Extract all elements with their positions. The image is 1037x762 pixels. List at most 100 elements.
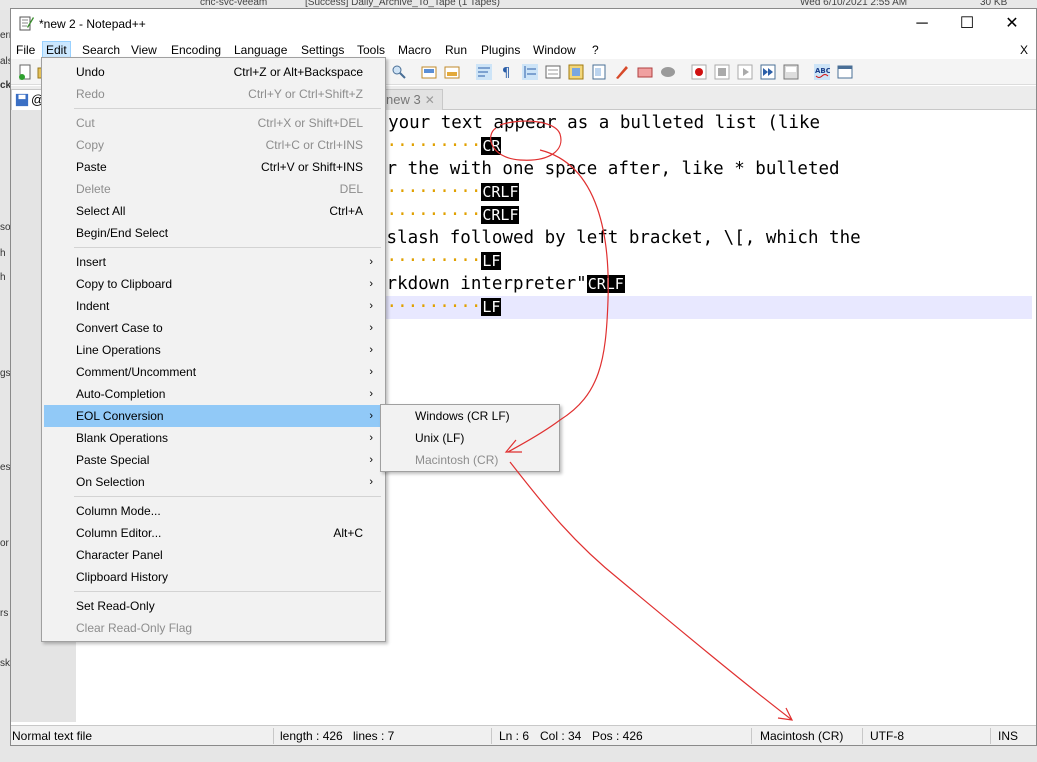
status-separator (491, 728, 492, 744)
status-eol-format[interactable]: Macintosh (CR) (760, 729, 843, 743)
menu-item-clear-read-only[interactable]: Clear Read-Only Flag (44, 617, 383, 639)
menu-item-column-mode[interactable]: Column Mode... (44, 500, 383, 522)
bg-text-1: chc-svc-veeam (200, 0, 268, 8)
close-button[interactable]: ✕ (989, 9, 1035, 39)
menu-item-copy[interactable]: Copy Ctrl+C or Ctrl+INS (44, 134, 383, 156)
menu-window[interactable]: Window (530, 41, 579, 59)
run-macro-multiple-icon[interactable] (760, 64, 776, 80)
menu-item-comment-uncomment[interactable]: Comment/Uncomment › (44, 361, 383, 383)
spell-check-icon[interactable]: ABC (814, 64, 830, 80)
menu-run[interactable]: Run (442, 41, 470, 59)
zoom-icon[interactable] (391, 64, 407, 80)
menu-macro[interactable]: Macro (395, 41, 434, 59)
menu-item-paste[interactable]: Paste Ctrl+V or Shift+INS (44, 156, 383, 178)
doc-map-icon[interactable] (568, 64, 584, 80)
maximize-button[interactable]: ☐ (944, 9, 990, 39)
menu-item-set-read-only[interactable]: Set Read-Only (44, 595, 383, 617)
status-pos: Pos : 426 (592, 729, 643, 743)
menu-plugins[interactable]: Plugins (478, 41, 523, 59)
bg-text-3: Wed 6/10/2021 2:55 AM (800, 0, 908, 8)
tab-new-3[interactable]: new 3 ✕ (379, 89, 443, 110)
bg-edge-letter: h (0, 248, 6, 259)
menu-item-label: Begin/End Select (76, 226, 169, 240)
udl-icon[interactable] (545, 64, 561, 80)
sync-vertical-icon[interactable] (421, 64, 437, 80)
menu-item-column-editor[interactable]: Column Editor... Alt+C (44, 522, 383, 544)
menu-item-blank-operations[interactable]: Blank Operations › (44, 427, 383, 449)
eol-conversion-submenu: Windows (CR LF) Unix (LF) Macintosh (CR) (380, 404, 560, 472)
menu-item-redo[interactable]: Redo Ctrl+Y or Ctrl+Shift+Z (44, 83, 383, 105)
menu-item-shortcut: Ctrl+C or Ctrl+INS (265, 138, 363, 152)
menu-item-label: Convert Case to (76, 321, 163, 335)
close-tab-icon[interactable]: ✕ (425, 93, 435, 107)
menu-item-label: Windows (CR LF) (415, 409, 510, 423)
folder-workspace-icon[interactable] (614, 64, 630, 80)
menu-item-character-panel[interactable]: Character Panel (44, 544, 383, 566)
menu-item-line-operations[interactable]: Line Operations › (44, 339, 383, 361)
submenu-arrow-icon: › (369, 344, 373, 356)
close-document-button[interactable]: X (1017, 41, 1031, 59)
menu-item-label: Insert (76, 255, 107, 269)
submenu-arrow-icon: › (369, 366, 373, 378)
menu-item-eol-macintosh[interactable]: Macintosh (CR) (383, 449, 557, 471)
minimize-button[interactable]: ─ (899, 9, 945, 39)
menu-item-clipboard-history[interactable]: Clipboard History (44, 566, 383, 588)
title-bar[interactable]: *new 2 - Notepad++ ─ ☐ ✕ (11, 9, 1036, 39)
bg-edge-letter: or (0, 538, 9, 549)
menu-item-begin-end-select[interactable]: Begin/End Select (44, 222, 383, 244)
menu-file[interactable]: File (13, 41, 38, 59)
menu-item-shortcut: Ctrl+Z or Alt+Backspace (233, 65, 363, 79)
menu-separator (74, 591, 381, 592)
indent-guide-icon[interactable] (522, 64, 538, 80)
menu-item-eol-windows[interactable]: Windows (CR LF) (383, 405, 557, 427)
menu-item-insert[interactable]: Insert › (44, 251, 383, 273)
menu-item-copy-to-clipboard[interactable]: Copy to Clipboard › (44, 273, 383, 295)
stop-macro-icon[interactable] (714, 64, 730, 80)
function-list-icon[interactable] (591, 64, 607, 80)
menu-item-eol-conversion[interactable]: EOL Conversion › (44, 405, 383, 427)
menu-item-eol-unix[interactable]: Unix (LF) (383, 427, 557, 449)
menu-item-convert-case[interactable]: Convert Case to › (44, 317, 383, 339)
menu-item-delete[interactable]: Delete DEL (44, 178, 383, 200)
monitor-icon[interactable] (637, 64, 653, 80)
status-length: length : 426 (280, 729, 343, 743)
menu-item-label: Select All (76, 204, 126, 218)
menu-item-paste-special[interactable]: Paste Special › (44, 449, 383, 471)
bg-edge-letter: es (0, 462, 11, 473)
tail-icon[interactable] (660, 64, 676, 80)
status-bar: Normal text file length : 426 lines : 7 … (11, 725, 1036, 745)
svg-text:¶: ¶ (502, 66, 510, 80)
menu-item-undo[interactable]: Undo Ctrl+Z or Alt+Backspace (44, 61, 383, 83)
save-macro-icon[interactable] (783, 64, 799, 80)
play-macro-icon[interactable] (737, 64, 753, 80)
menu-item-auto-completion[interactable]: Auto-Completion › (44, 383, 383, 405)
menu-item-label: Character Panel (76, 548, 163, 562)
menu-item-label: Clipboard History (76, 570, 169, 584)
menu-item-label: Set Read-Only (76, 599, 155, 613)
sync-horizontal-icon[interactable] (444, 64, 460, 80)
menu-item-cut[interactable]: Cut Ctrl+X or Shift+DEL (44, 112, 383, 134)
bg-text-4: 30 KB (980, 0, 1008, 8)
submenu-arrow-icon: › (369, 410, 373, 422)
save-disk-icon (15, 93, 29, 107)
new-file-icon[interactable] (17, 64, 33, 80)
menu-help[interactable]: ? (589, 41, 602, 59)
bg-text-2: [Success] Daily_Archive_To_Tape (1 Tapes… (305, 0, 500, 8)
menu-item-on-selection[interactable]: On Selection › (44, 471, 383, 493)
word-wrap-icon[interactable] (476, 64, 492, 80)
notepad-app-icon (19, 16, 34, 31)
menu-item-label: Cut (76, 116, 95, 130)
menu-item-label: Column Mode... (76, 504, 161, 518)
menu-item-label: Copy (76, 138, 105, 152)
bg-edge-letter: rs (0, 608, 9, 619)
menu-item-shortcut: Ctrl+A (329, 204, 363, 218)
console-icon[interactable] (837, 64, 853, 80)
status-insert-mode[interactable]: INS (998, 729, 1018, 743)
show-all-characters-icon[interactable]: ¶ (499, 64, 515, 80)
tab-current[interactable]: @ (11, 89, 44, 110)
menu-item-select-all[interactable]: Select All Ctrl+A (44, 200, 383, 222)
menu-item-indent[interactable]: Indent › (44, 295, 383, 317)
status-separator (990, 728, 991, 744)
record-macro-icon[interactable] (691, 64, 707, 80)
status-encoding[interactable]: UTF-8 (870, 729, 904, 743)
